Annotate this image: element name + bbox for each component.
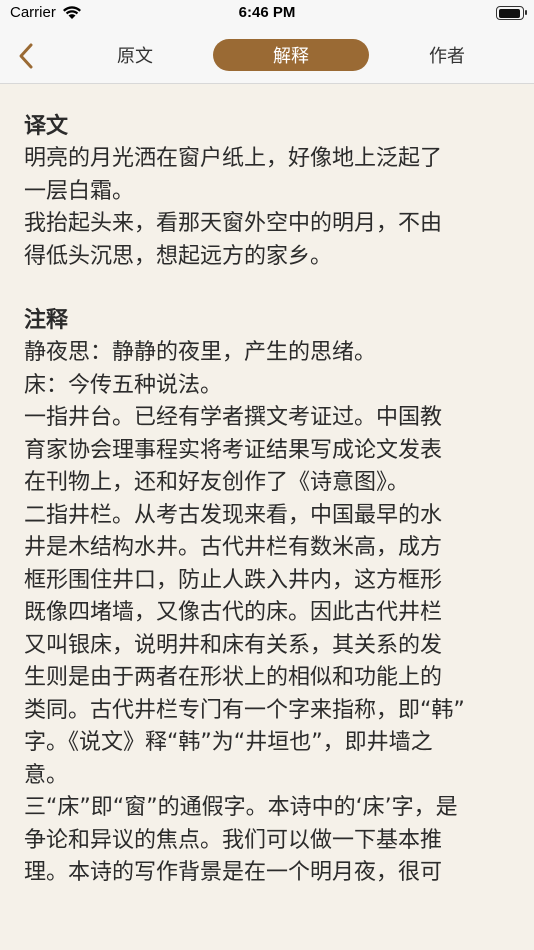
battery-icon (496, 6, 527, 20)
tab-original[interactable]: 原文 (57, 39, 213, 71)
status-bar: Carrier 6:46 PM (0, 0, 534, 28)
translation-line: 我抬起头来，看那天窗外空中的明月，不由 (24, 211, 443, 236)
notes-line: 生则是由于两者在形状上的相似和功能上的 (24, 665, 443, 690)
notes-line: 意。 (24, 762, 69, 788)
translation-line: 得低头沉思，想起远方的家乡。 (24, 243, 333, 269)
notes-line: 理。本诗的写作背景是在一个明月夜，很可 (24, 860, 443, 885)
notes-line: 床：今传五种说法。 (24, 372, 223, 398)
back-button[interactable] (10, 38, 42, 74)
notes-line: 字。《说文》释“韩”为“井垣也”，即井墙之 (24, 730, 433, 755)
nav-bar: 原文 解释 作者 (0, 28, 534, 84)
tab-explanation[interactable]: 解释 (213, 39, 369, 71)
chevron-left-icon (19, 43, 33, 69)
tab-author[interactable]: 作者 (369, 39, 525, 71)
notes-line: 育家协会理事程实将考证结果写成论文发表 (24, 437, 443, 463)
notes-line: 三“床”即“窗”的通假字。本诗中的‘床’字，是 (24, 795, 458, 820)
notes-line: 类同。古代井栏专门有一个字来指称，即“韩” (24, 697, 465, 723)
notes-line: 既像四堵墙，又像古代的床。因此古代井栏 (24, 600, 443, 625)
notes-line: 争论和异议的焦点。我们可以做一下基本推 (24, 827, 443, 853)
notes-line: 框形围住井口，防止人跌入井内，这方框形 (24, 567, 443, 593)
notes-line: 一指井台。已经有学者撰文考证过。中国教 (24, 405, 443, 430)
status-time: 6:46 PM (238, 4, 296, 21)
notes-line: 在刊物上，还和好友创作了《诗意图》。 (24, 470, 410, 495)
notes-line: 静夜思：静静的夜里，产生的思绪。 (24, 340, 377, 365)
notes-title: 注释 (24, 308, 69, 333)
translation-title: 译文 (24, 114, 69, 139)
notes-line: 二指井栏。从考古发现来看，中国最早的水 (24, 502, 443, 528)
content-area[interactable]: 译文 明亮的月光洒在窗户纸上，好像地上泛起了 一层白霜。 我抬起头来，看那天窗外… (0, 85, 534, 950)
notes-line: 又叫银床，说明井和床有关系，其关系的发 (24, 632, 443, 658)
translation-line: 明亮的月光洒在窗户纸上，好像地上泛起了 (24, 146, 443, 171)
notes-line: 井是木结构水井。古代井栏有数米高，成方 (24, 535, 443, 560)
translation-line: 一层白霜。 (24, 178, 135, 204)
